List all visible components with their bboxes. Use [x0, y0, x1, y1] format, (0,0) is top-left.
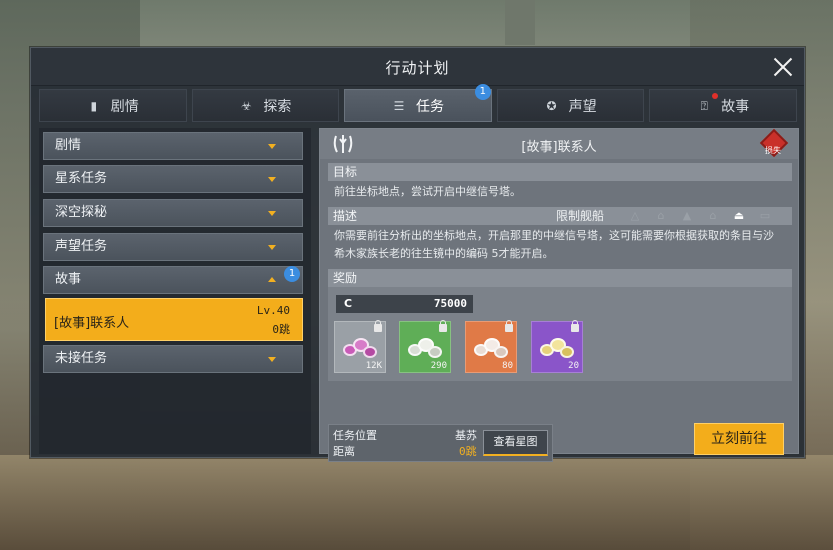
chevron-down-icon: [268, 357, 276, 362]
credit-reward: C 75000: [336, 295, 473, 313]
notification-dot: [711, 93, 718, 99]
ship-cruiser-icon: ▲: [682, 209, 692, 222]
category-label: 星系任务: [55, 171, 108, 186]
reward-qty: 80: [502, 361, 513, 371]
category-unaccepted[interactable]: 未接任务: [43, 345, 303, 373]
category-plot[interactable]: 剧情: [43, 132, 303, 160]
ship-battleship-icon: ⏏: [733, 209, 745, 222]
reward-item-4[interactable]: 20: [531, 320, 583, 373]
objective-text: 前往坐标地点，尝试开启中继信号塔。: [334, 185, 521, 198]
location-value: 基苏: [455, 429, 477, 442]
ship-class-icons: △ ⌂ ▲ ⌂ ⏏ ▭: [628, 209, 772, 223]
objective-header: 目标: [328, 163, 792, 181]
reward-item-1[interactable]: 12K: [334, 320, 386, 373]
ore-icon: [540, 336, 576, 362]
category-story[interactable]: 故事 1: [43, 266, 303, 294]
reward-qty: 20: [568, 361, 579, 371]
location-box: 任务位置 基苏 距离 0跳 查看星图: [328, 424, 553, 462]
titlebar: 行动计划: [31, 48, 804, 86]
reward-item-2[interactable]: 290: [399, 320, 451, 373]
quest-item-contact[interactable]: [故事]联系人 Lv.40 0跳: [45, 298, 303, 341]
ore-icon: [343, 336, 379, 362]
tab-label: 任务: [415, 98, 444, 115]
background-pillar: [505, 0, 535, 45]
category-label: 深空探秘: [55, 205, 108, 220]
quest-footer: 任务位置 基苏 距离 0跳 查看星图 立刻前往: [328, 423, 792, 462]
tab-story[interactable]: ⍰ 故事: [649, 89, 797, 122]
description-header: 描述 限制舰船 △ ⌂ ▲ ⌂ ⏏ ▭: [328, 207, 792, 225]
chevron-down-icon: [268, 177, 276, 182]
category-deep-space[interactable]: 深空探秘: [43, 199, 303, 227]
lock-icon: [374, 320, 382, 332]
explore-icon: ☣: [241, 98, 252, 113]
quest-detail-panel: [故事]联系人 损失 目标 前往坐标地点，尝试开启中继信号塔。 描述 限制舰船 …: [319, 128, 799, 462]
story-icon: ⍰: [700, 98, 708, 113]
category-galaxy[interactable]: 星系任务: [43, 165, 303, 193]
ship-limit-label: 限制舰船: [556, 209, 605, 223]
credit-label: C: [344, 297, 353, 310]
view-star-map-button[interactable]: 查看星图: [483, 430, 548, 456]
quest-level: Lv.40: [256, 304, 290, 317]
description-text: 你需要前往分析出的坐标地点，开启那里的中继信号塔，这可能需要你根据获取的条目与沙…: [334, 229, 774, 260]
ore-icon: [408, 336, 444, 362]
medal-icon: ✪: [546, 98, 557, 113]
lock-icon: [571, 320, 579, 332]
lock-icon: [439, 320, 447, 332]
category-label: 故事: [55, 272, 82, 287]
ore-icon: [474, 336, 510, 362]
lock-icon: [505, 320, 513, 332]
category-label: 剧情: [55, 138, 82, 153]
clipboard-icon: ☰: [393, 98, 405, 113]
tab-bar: ▮ 剧情 ☣ 探索 ☰ 任务 1 ✪ 声望 ⍰ 故事: [39, 84, 797, 122]
mission-category-list: 剧情 星系任务 深空探秘 声望任务 故事 1 [故事]联系人 Lv.40 0跳 …: [39, 128, 311, 454]
ship-frigate-icon: △: [630, 209, 640, 222]
tab-badge: 1: [474, 84, 491, 100]
chevron-down-icon: [268, 245, 276, 250]
ship-destroyer-icon: ⌂: [657, 209, 665, 222]
quest-title: [故事]联系人: [521, 140, 597, 155]
category-label: 声望任务: [55, 239, 108, 254]
detail-header: [故事]联系人 损失: [320, 128, 798, 159]
tab-label: 探索: [263, 98, 292, 115]
description-label: 描述: [333, 209, 358, 223]
tab-plot[interactable]: ▮ 剧情: [39, 89, 187, 122]
chevron-down-icon: [268, 211, 276, 216]
category-label: 未接任务: [55, 351, 108, 366]
quest-distance: 0跳: [272, 323, 290, 336]
location-label: 任务位置: [333, 429, 377, 442]
window-title: 行动计划: [385, 59, 450, 77]
reward-item-3[interactable]: 80: [465, 320, 517, 373]
category-reputation[interactable]: 声望任务: [43, 233, 303, 261]
background-bottom: [0, 455, 833, 550]
reward-header: 奖励: [328, 269, 792, 287]
lost-label: 损失: [765, 146, 781, 155]
tab-label: 剧情: [110, 98, 139, 115]
quest-name: [故事]联系人: [54, 316, 130, 331]
chevron-up-icon: [268, 277, 276, 282]
go-now-button[interactable]: 立刻前往: [694, 423, 784, 455]
ship-carrier-icon: ▭: [759, 209, 771, 222]
credit-value: 75000: [433, 297, 467, 310]
reward-section: 奖励 C 75000 12K 290 80 20: [328, 269, 792, 381]
tab-missions[interactable]: ☰ 任务 1: [344, 84, 492, 122]
reward-qty: 290: [430, 361, 447, 371]
book-icon: ▮: [90, 98, 98, 113]
ship-battlecruiser-icon: ⌂: [709, 209, 717, 222]
action-plan-window: 行动计划 ▮ 剧情 ☣ 探索 ☰ 任务 1 ✪ 声望 ⍰ 故事 剧情 星系任务 …: [30, 47, 805, 462]
tab-explore[interactable]: ☣ 探索: [191, 89, 340, 122]
category-badge: 1: [284, 266, 300, 282]
close-button[interactable]: [770, 54, 796, 80]
distance-label: 距离: [333, 445, 355, 458]
tab-reputation[interactable]: ✪ 声望: [496, 89, 645, 122]
tab-label: 故事: [721, 98, 750, 115]
reward-qty: 12K: [365, 361, 382, 371]
chevron-down-icon: [268, 144, 276, 149]
tab-label: 声望: [568, 98, 597, 115]
distance-value: 0跳: [459, 445, 477, 458]
lost-badge: 损失: [758, 128, 789, 159]
